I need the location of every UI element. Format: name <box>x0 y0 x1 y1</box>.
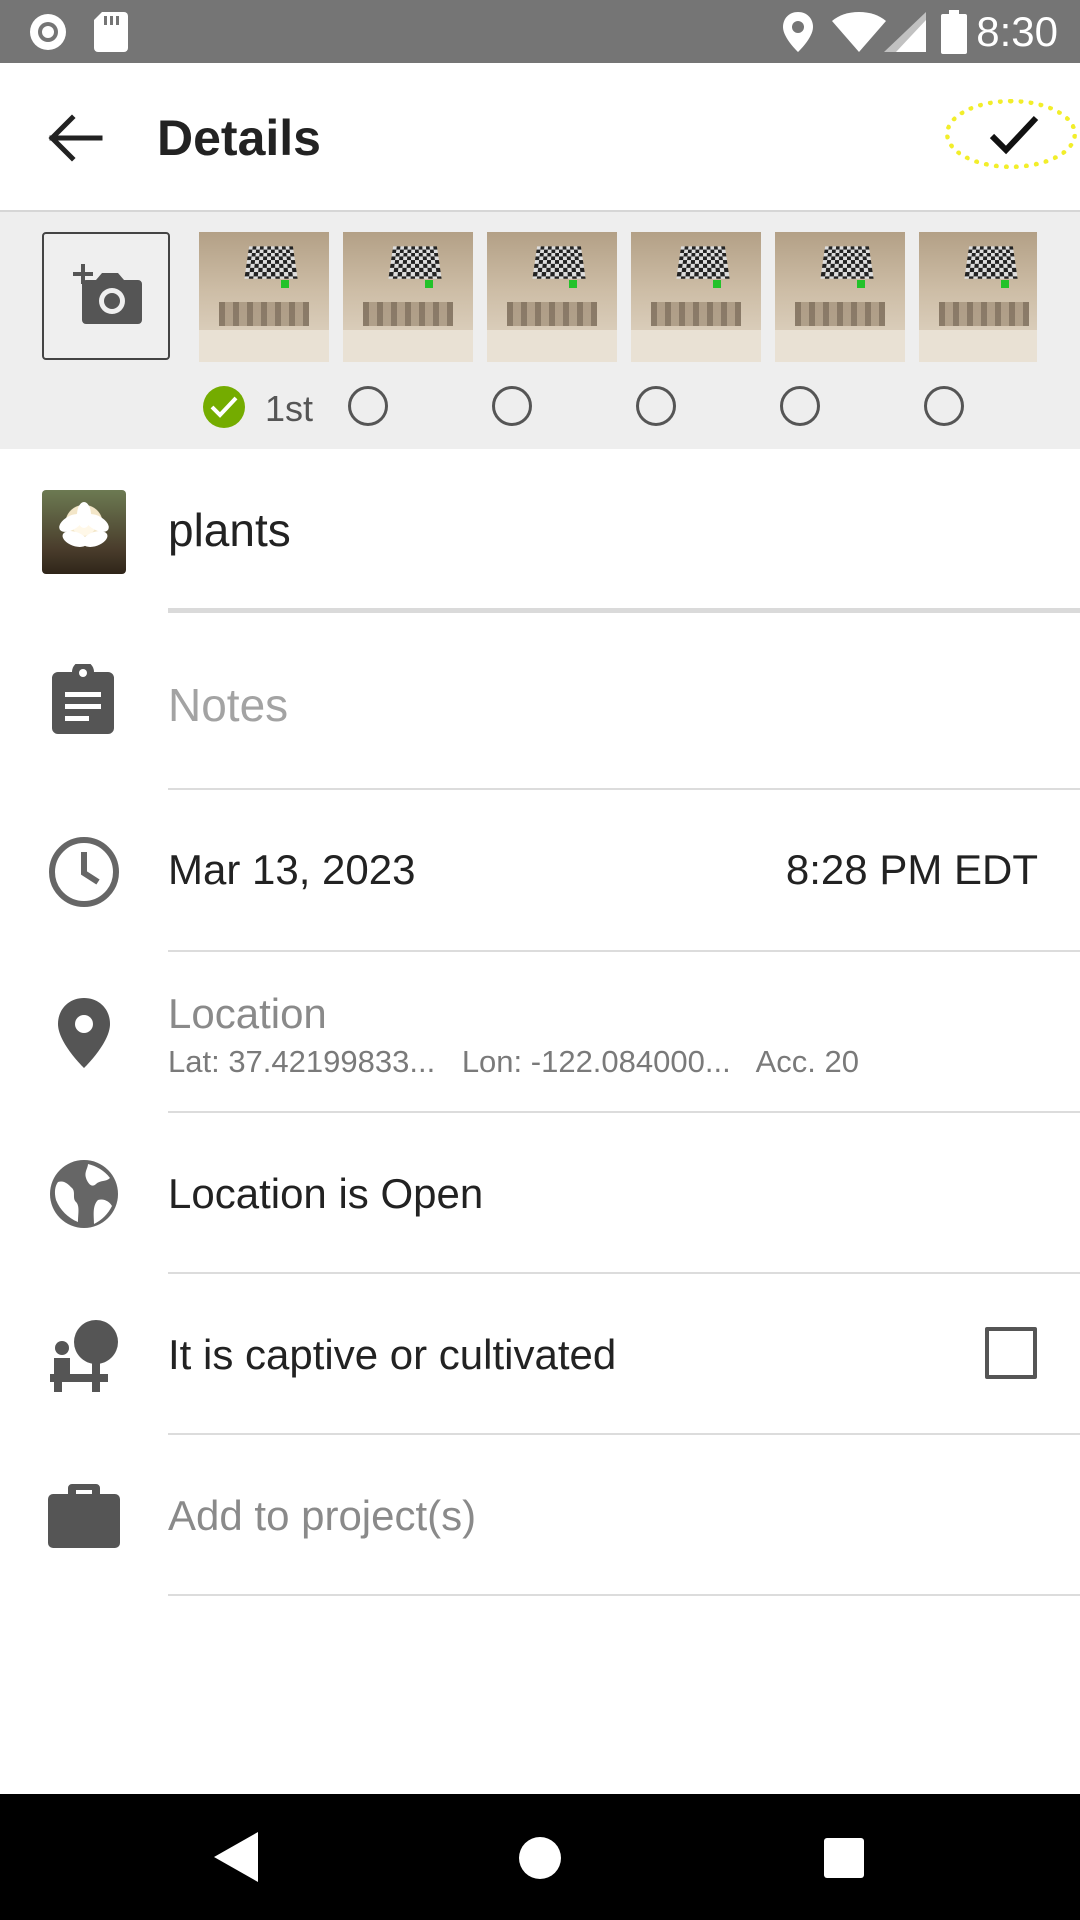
nav-recents-icon[interactable] <box>824 1838 864 1878</box>
captive-divider <box>168 1433 1080 1435</box>
arrow-back-icon <box>48 114 103 162</box>
wifi-icon <box>832 12 886 52</box>
geoprivacy-setting[interactable]: Location is Open <box>168 1170 483 1218</box>
checkmark-icon <box>989 115 1039 155</box>
date-divider <box>168 950 1080 952</box>
photo-radio-button[interactable] <box>780 386 820 426</box>
location-accuracy: Acc. 20 <box>755 1044 859 1079</box>
species-icon[interactable] <box>42 490 126 574</box>
nav-home-icon[interactable] <box>518 1836 562 1880</box>
photo-radio-button[interactable] <box>636 386 676 426</box>
photo-thumbnail[interactable] <box>487 232 617 362</box>
checkmark-icon <box>210 396 238 418</box>
signal-icon <box>884 12 926 52</box>
status-bar: 8:30 <box>0 0 1080 63</box>
battery-icon <box>941 10 967 54</box>
projects-divider <box>168 1594 1080 1596</box>
add-to-projects-button[interactable]: Add to project(s) <box>168 1492 476 1540</box>
record-icon <box>30 14 66 50</box>
done-button[interactable] <box>945 99 1077 169</box>
photo-thumbnail[interactable] <box>343 232 473 362</box>
location-lon: Lon: -122.084000... <box>461 1044 731 1079</box>
add-photo-button[interactable] <box>42 232 170 360</box>
location-lat: Lat: 37.42199833... <box>168 1044 436 1079</box>
navigation-bar <box>0 1794 1080 1920</box>
photo-thumbnail[interactable] <box>631 232 761 362</box>
nav-back-icon[interactable] <box>214 1832 258 1882</box>
clipboard-icon <box>52 664 114 734</box>
sd-card-icon <box>94 12 128 52</box>
notes-divider <box>168 788 1080 790</box>
species-divider <box>168 608 1080 613</box>
location-pin-icon <box>58 998 110 1068</box>
app-toolbar: Details <box>0 63 1080 212</box>
photo-thumbnail[interactable] <box>919 232 1037 362</box>
location-pin-icon <box>783 12 813 52</box>
page-title: Details <box>157 110 321 166</box>
location-details: Lat: 37.42199833... Lon: -122.084000... … <box>168 1044 877 1080</box>
captive-label: It is captive or cultivated <box>168 1331 617 1378</box>
observation-date[interactable]: Mar 13, 2023 <box>168 846 416 894</box>
globe-icon <box>50 1160 118 1228</box>
photo-radio-button[interactable] <box>492 386 532 426</box>
photo-thumbnail[interactable] <box>199 232 329 362</box>
observation-time[interactable]: 8:28 PM EDT <box>786 846 1038 894</box>
back-button[interactable] <box>40 103 110 173</box>
species-name-field[interactable]: plants <box>168 503 291 557</box>
location-divider <box>168 1111 1080 1113</box>
photo-radio-button[interactable] <box>348 386 388 426</box>
briefcase-icon <box>48 1484 120 1548</box>
captive-cultivated-icon <box>50 1320 118 1392</box>
notes-input[interactable]: Notes <box>168 678 288 732</box>
first-photo-label: 1st <box>265 388 314 429</box>
geoprivacy-divider <box>168 1272 1080 1274</box>
first-photo-selected-icon[interactable] <box>203 386 245 428</box>
photo-radio-button[interactable] <box>924 386 964 426</box>
clock-icon <box>49 837 119 907</box>
photo-strip: 1st <box>0 212 1080 449</box>
location-title[interactable]: Location <box>168 990 327 1038</box>
photo-thumbnail[interactable] <box>775 232 905 362</box>
add-photo-camera-icon <box>73 264 142 324</box>
captive-checkbox[interactable] <box>985 1327 1037 1379</box>
status-time: 8:30 <box>976 8 1058 55</box>
